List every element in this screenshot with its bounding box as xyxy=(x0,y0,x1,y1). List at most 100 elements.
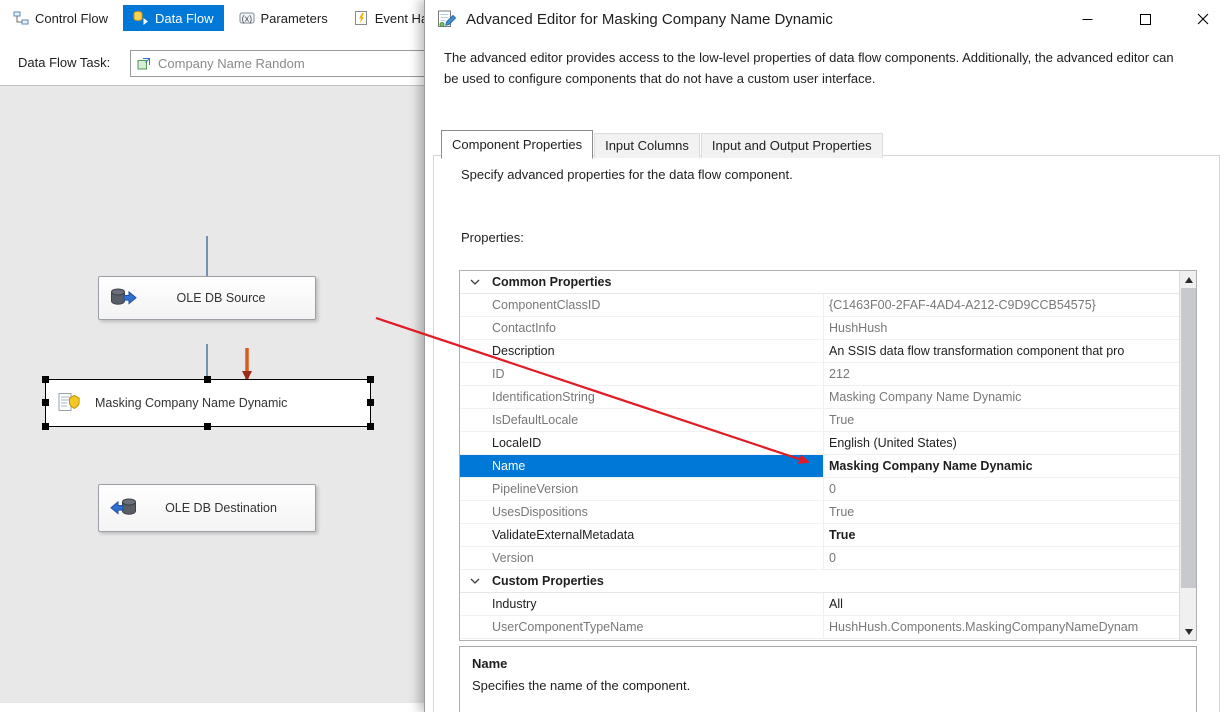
properties-label: Properties: xyxy=(461,230,524,245)
chevron-down-icon xyxy=(470,578,480,584)
group-label: Common Properties xyxy=(460,271,611,293)
property-description-text: Specifies the name of the component. xyxy=(472,678,1184,693)
property-name: LocaleID xyxy=(460,432,824,454)
selection-handle[interactable] xyxy=(367,376,374,383)
property-name: ValidateExternalMetadata xyxy=(460,524,824,546)
tab-page-hint: Specify advanced properties for the data… xyxy=(461,167,793,182)
advanced-editor-dialog: Advanced Editor for Masking Company Name… xyxy=(424,0,1232,712)
property-row[interactable]: Industry All xyxy=(460,593,1179,616)
property-row[interactable]: LocaleID English (United States) xyxy=(460,432,1179,455)
chevron-down-icon xyxy=(470,279,480,285)
property-row[interactable]: UsesDispositions True xyxy=(460,501,1179,524)
window-controls xyxy=(1058,0,1232,38)
scroll-down-button[interactable] xyxy=(1180,623,1197,640)
property-name: Description xyxy=(460,340,824,362)
property-name: UserComponentTypeName xyxy=(460,616,824,638)
tab-input-output-properties[interactable]: Input and Output Properties xyxy=(701,133,883,158)
property-name: ID xyxy=(460,363,824,385)
property-name: PipelineVersion xyxy=(460,478,824,500)
dialog-description: The advanced editor provides access to t… xyxy=(444,48,1176,90)
property-value: English (United States) xyxy=(824,432,1179,454)
scrollbar-thumb[interactable] xyxy=(1181,288,1196,588)
selection-handle[interactable] xyxy=(42,423,49,430)
control-flow-icon xyxy=(13,10,29,26)
property-value: HushHush.Components.MaskingCompanyNameDy… xyxy=(824,616,1179,638)
property-description-panel: Name Specifies the name of the component… xyxy=(459,646,1197,712)
property-row[interactable]: UserComponentTypeName HushHush.Component… xyxy=(460,616,1179,639)
property-row[interactable]: PipelineVersion 0 xyxy=(460,478,1179,501)
property-name: Name xyxy=(460,455,824,477)
tab-label: Data Flow xyxy=(155,11,214,26)
property-row[interactable]: ID 212 xyxy=(460,363,1179,386)
property-value: HushHush xyxy=(824,317,1179,339)
property-value: True xyxy=(824,524,1179,546)
property-row[interactable]: ComponentClassID {C1463F00-2FAF-4AD4-A21… xyxy=(460,294,1179,317)
property-value: 0 xyxy=(824,547,1179,569)
component-ole-db-source[interactable]: OLE DB Source xyxy=(98,276,316,320)
scroll-up-button[interactable] xyxy=(1180,271,1197,288)
property-grid-rows: Common Properties ComponentClassID {C146… xyxy=(460,271,1179,640)
arrow-up-icon xyxy=(1185,277,1193,283)
component-label: OLE DB Source xyxy=(137,291,315,305)
property-value: 212 xyxy=(824,363,1179,385)
selection-handle[interactable] xyxy=(367,399,374,406)
property-row[interactable]: IdentificationString Masking Company Nam… xyxy=(460,386,1179,409)
grid-scrollbar[interactable] xyxy=(1179,271,1196,640)
svg-text:(x): (x) xyxy=(241,14,252,24)
ole-db-source-icon xyxy=(110,287,137,309)
property-row[interactable]: Version 0 xyxy=(460,547,1179,570)
minimize-button[interactable] xyxy=(1058,0,1116,38)
maximize-icon xyxy=(1140,14,1151,25)
property-value: {C1463F00-2FAF-4AD4-A212-C9D9CCB54575} xyxy=(824,294,1179,316)
property-value: All xyxy=(824,593,1179,615)
property-grid: Common Properties ComponentClassID {C146… xyxy=(459,270,1197,641)
tab-parameters[interactable]: (x) Parameters xyxy=(229,5,338,31)
tab-data-flow[interactable]: Data Flow xyxy=(123,5,224,31)
selection-handle[interactable] xyxy=(42,376,49,383)
dialog-title: Advanced Editor for Masking Company Name… xyxy=(466,11,833,28)
tab-control-flow[interactable]: Control Flow xyxy=(3,5,118,31)
property-value: True xyxy=(824,501,1179,523)
group-custom-properties[interactable]: Custom Properties xyxy=(460,570,1179,593)
design-surface[interactable]: OLE DB Source Masking Company Name Dynam… xyxy=(0,85,424,703)
property-row[interactable]: ValidateExternalMetadata True xyxy=(460,524,1179,547)
tab-input-columns[interactable]: Input Columns xyxy=(594,133,700,158)
component-label: OLE DB Destination xyxy=(137,501,315,515)
data-flow-task-label: Data Flow Task: xyxy=(18,55,110,70)
property-value: Masking Company Name Dynamic xyxy=(824,455,1179,477)
tab-event-handlers[interactable]: Event Handl xyxy=(343,5,424,31)
property-row[interactable]: IsDefaultLocale True xyxy=(460,409,1179,432)
dialog-titlebar[interactable]: Advanced Editor for Masking Company Name… xyxy=(425,0,1232,38)
group-label: Custom Properties xyxy=(460,570,604,592)
property-value: An SSIS data flow transformation compone… xyxy=(824,340,1179,362)
property-row[interactable]: ContactInfo HushHush xyxy=(460,317,1179,340)
property-name: UsesDispositions xyxy=(460,501,824,523)
masking-component-icon xyxy=(57,391,81,415)
close-button[interactable] xyxy=(1174,0,1232,38)
task-icon xyxy=(137,57,151,71)
component-label: Masking Company Name Dynamic xyxy=(95,396,287,410)
maximize-button[interactable] xyxy=(1116,0,1174,38)
dataflow-designer: Control Flow Data Flow (x) Parameters Ev… xyxy=(0,0,424,712)
property-value: True xyxy=(824,409,1179,431)
selection-handle[interactable] xyxy=(204,376,211,383)
property-description-title: Name xyxy=(472,656,1184,671)
tab-component-properties[interactable]: Component Properties xyxy=(441,130,593,159)
component-ole-db-destination[interactable]: OLE DB Destination xyxy=(98,484,316,532)
selection-handle[interactable] xyxy=(42,399,49,406)
data-flow-task-value: Company Name Random xyxy=(158,56,305,71)
property-row-name-selected[interactable]: Name Masking Company Name Dynamic xyxy=(460,455,1179,478)
editor-tabstrip: Component Properties Input Columns Input… xyxy=(441,130,884,158)
selection-handle[interactable] xyxy=(204,423,211,430)
group-common-properties[interactable]: Common Properties xyxy=(460,271,1179,294)
tab-label: Control Flow xyxy=(35,11,108,26)
component-masking-company-name-dynamic[interactable]: Masking Company Name Dynamic xyxy=(45,379,371,427)
property-name: ContactInfo xyxy=(460,317,824,339)
tab-label: Parameters xyxy=(261,11,328,26)
property-row[interactable]: Description An SSIS data flow transforma… xyxy=(460,340,1179,363)
property-name: ComponentClassID xyxy=(460,294,824,316)
close-icon xyxy=(1197,13,1209,25)
parameters-icon: (x) xyxy=(239,10,255,26)
selection-handle[interactable] xyxy=(367,423,374,430)
data-flow-task-combo[interactable]: Company Name Random xyxy=(130,50,424,77)
